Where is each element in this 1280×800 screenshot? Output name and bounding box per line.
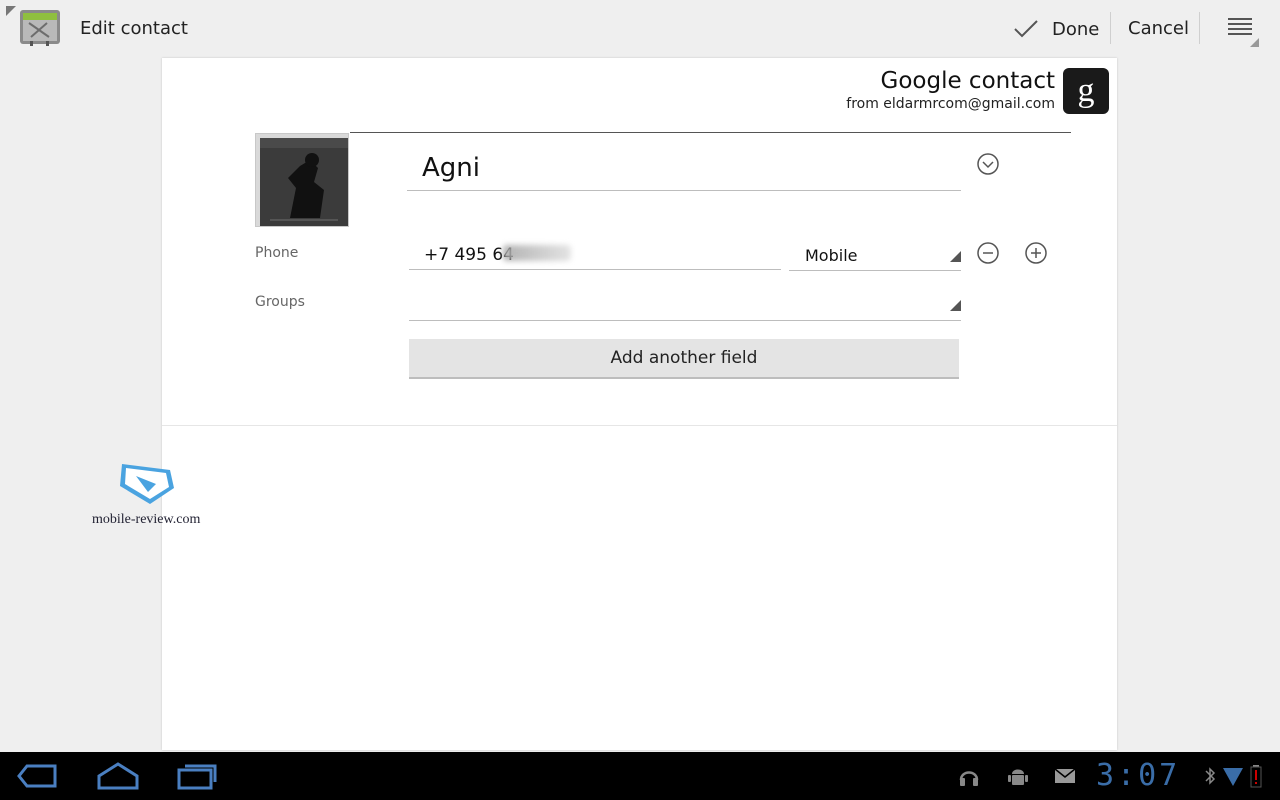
phone-type-underline <box>789 270 961 271</box>
remove-phone-button[interactable] <box>977 242 999 264</box>
svg-text:g: g <box>1078 73 1095 109</box>
contact-photo[interactable] <box>255 133 349 227</box>
system-bar <box>0 752 1280 800</box>
watermark-text: mobile-review.com <box>92 512 201 527</box>
clock: 3:07 <box>1096 758 1181 793</box>
corner-indicator <box>6 6 16 16</box>
account-type-label: Google contact <box>880 68 1056 94</box>
name-input[interactable] <box>407 143 961 191</box>
recent-apps-icon <box>177 764 217 790</box>
watermark-logo: mobile-review.com <box>92 458 202 530</box>
headphones-icon <box>959 771 979 786</box>
card-divider <box>162 425 1117 426</box>
phone-underline <box>409 269 781 270</box>
minus-circle-icon <box>977 242 999 264</box>
action-separator <box>1199 12 1200 44</box>
phone-value: +7 495 64 <box>424 245 514 265</box>
contact-photo-image <box>260 138 348 226</box>
google-g-icon: g <box>1063 68 1109 114</box>
action-bar: Edit contact Done Cancel <box>0 0 1280 56</box>
chevron-down-icon <box>977 153 999 175</box>
spinner-arrow-icon <box>950 300 961 311</box>
account-email-label: from eldarmrcom@gmail.com <box>846 96 1055 112</box>
name-value: Agni <box>422 153 480 183</box>
groups-label: Groups <box>255 294 305 310</box>
groups-spinner[interactable] <box>409 290 961 322</box>
home-icon <box>97 762 139 790</box>
home-button[interactable] <box>95 760 141 792</box>
phone-type-value: Mobile <box>805 246 858 265</box>
back-icon <box>17 764 57 788</box>
spinner-arrow-icon <box>950 251 961 262</box>
mobile-review-logo-icon <box>120 464 174 504</box>
email-icon <box>1054 768 1076 783</box>
wifi-icon <box>1223 768 1243 786</box>
battery-low-icon <box>1250 765 1262 788</box>
add-phone-button[interactable] <box>1025 242 1047 264</box>
cancel-button[interactable]: Cancel <box>1128 18 1189 39</box>
bluetooth-icon <box>1205 767 1216 785</box>
done-label: Done <box>1052 18 1100 40</box>
page-title: Edit contact <box>80 18 188 39</box>
action-separator <box>1110 12 1111 44</box>
header-divider <box>350 132 1071 133</box>
contact-editor-card: Google contact from eldarmrcom@gmail.com… <box>162 58 1117 750</box>
done-button[interactable]: Done <box>1012 14 1099 44</box>
android-debug-icon <box>1008 769 1028 785</box>
back-button[interactable] <box>15 760 61 792</box>
expand-name-button[interactable] <box>977 153 999 175</box>
overflow-menu-icon[interactable] <box>1228 18 1252 40</box>
checkmark-icon <box>1014 20 1038 38</box>
redacted-digits <box>503 245 571 261</box>
groups-underline <box>409 320 961 321</box>
phone-label: Phone <box>255 245 299 261</box>
plus-circle-icon <box>1025 242 1047 264</box>
recent-apps-button[interactable] <box>175 760 221 792</box>
add-another-field-button[interactable]: Add another field <box>409 339 959 379</box>
name-underline <box>407 190 961 191</box>
corner-indicator <box>1250 38 1259 47</box>
contacts-app-icon[interactable] <box>19 9 61 47</box>
